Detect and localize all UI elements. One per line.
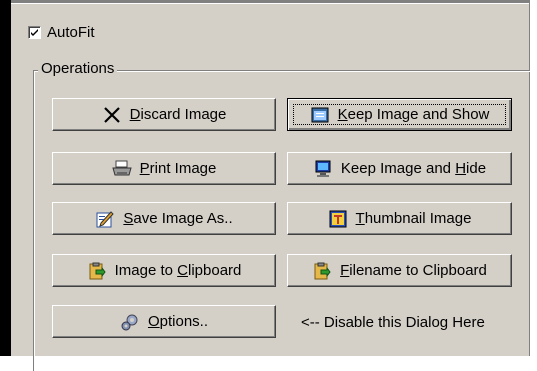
monitor-icon: [313, 159, 333, 179]
options-label: Options..: [147, 313, 209, 330]
autofit-checkbox[interactable]: [28, 25, 41, 39]
image-to-clipboard-button[interactable]: Image to Clipboard: [52, 254, 276, 287]
discard-image-button[interactable]: Discard Image: [52, 98, 276, 131]
filename-to-clipboard-label: Filename to Clipboard: [340, 262, 487, 279]
close-x-icon: [102, 105, 122, 125]
filename-to-clipboard-button[interactable]: Filename to Clipboard: [287, 254, 512, 287]
operations-group-title: Operations: [38, 60, 118, 77]
print-image-button[interactable]: Print Image: [52, 152, 276, 185]
thumbnail-icon: [328, 209, 348, 229]
keep-image-and-show-button[interactable]: Keep Image and Show: [287, 98, 512, 131]
edit-pencil-icon: [95, 209, 115, 229]
checkmark-icon: [31, 28, 38, 36]
autofit-label: AutoFit: [47, 23, 95, 41]
thumbnail-image-button[interactable]: Thumbnail Image: [287, 202, 512, 235]
window-icon: [310, 105, 330, 125]
save-image-as-label: Save Image As..: [123, 210, 233, 227]
printer-icon: [111, 159, 132, 179]
clipboard-icon: [87, 261, 107, 281]
panel-top-edge: [11, 0, 529, 4]
image-to-clipboard-label: Image to Clipboard: [114, 262, 242, 279]
keep-image-and-show-label: Keep Image and Show: [337, 106, 490, 123]
disable-dialog-hint: <-- Disable this Dialog Here: [301, 314, 485, 331]
window-left-border: [0, 0, 11, 356]
keep-image-and-hide-label: Keep Image and Hide: [340, 160, 487, 177]
gears-icon: [120, 312, 140, 332]
clipboard-icon: [312, 261, 332, 281]
window-right-border: [529, 0, 537, 356]
thumbnail-image-label: Thumbnail Image: [355, 210, 472, 227]
save-image-as-button[interactable]: Save Image As..: [52, 202, 276, 235]
options-button[interactable]: Options..: [52, 305, 276, 338]
autofit-checkbox-row[interactable]: AutoFit: [28, 22, 95, 42]
keep-image-and-hide-button[interactable]: Keep Image and Hide: [287, 152, 512, 185]
print-image-label: Print Image: [139, 160, 217, 177]
discard-image-label: Discard Image: [129, 106, 227, 123]
